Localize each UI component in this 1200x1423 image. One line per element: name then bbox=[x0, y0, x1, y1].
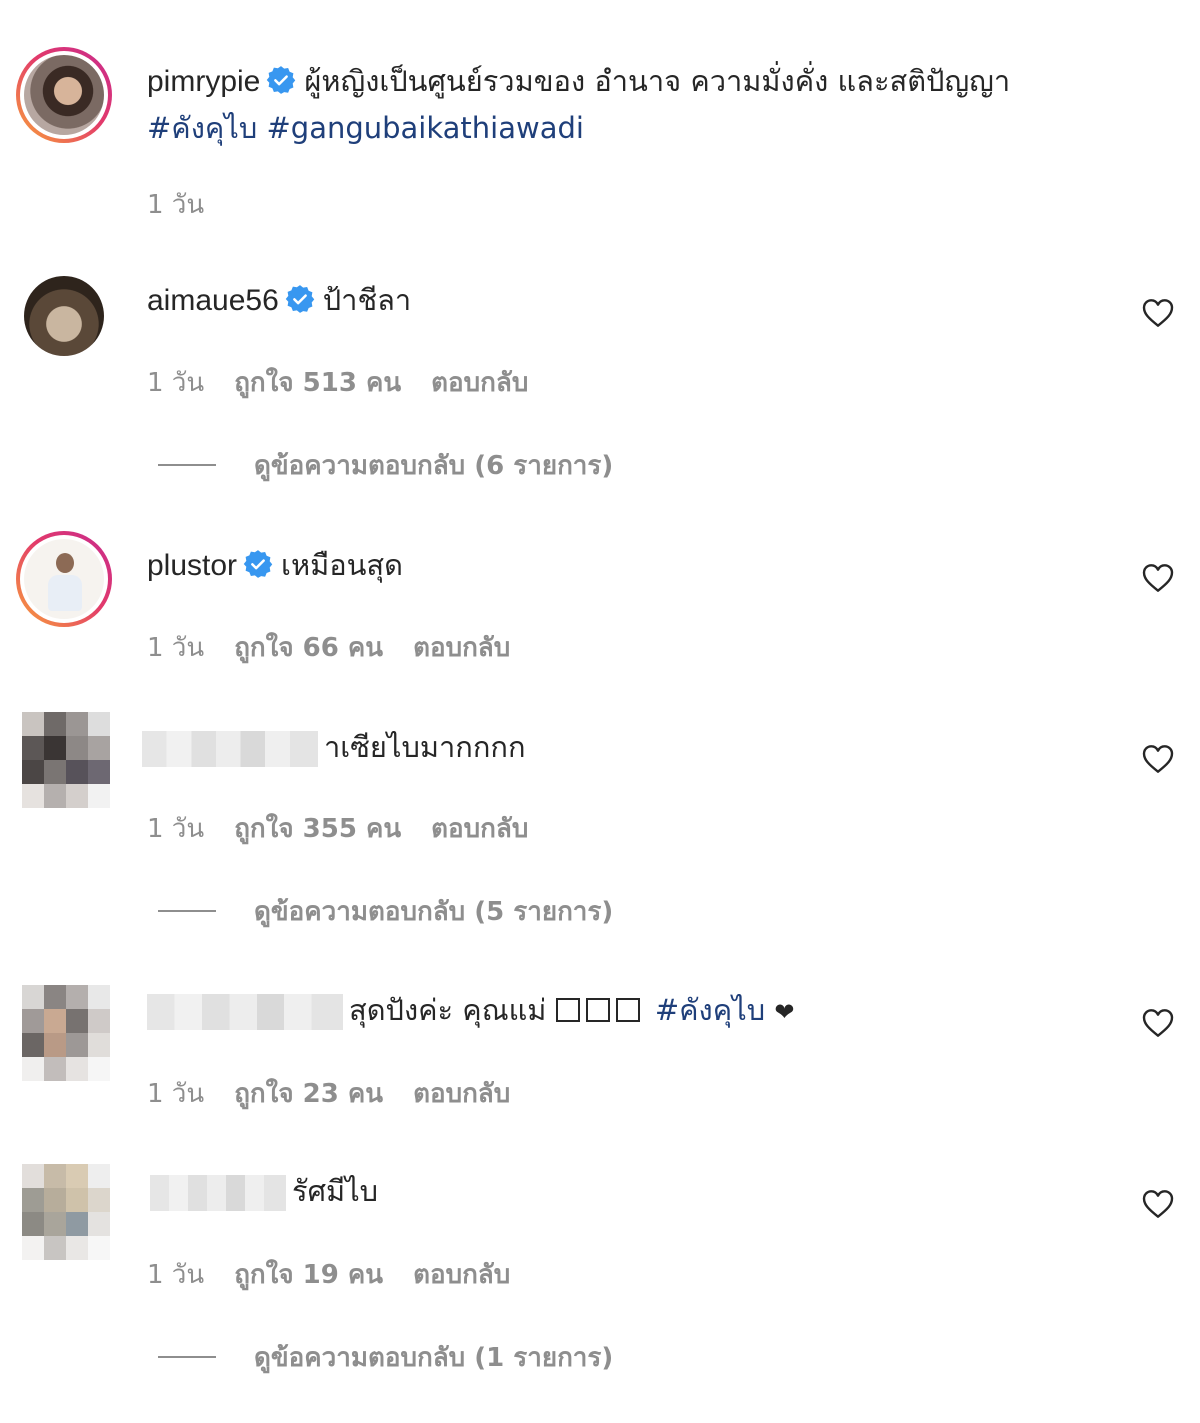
divider-line bbox=[158, 910, 216, 912]
comment-text: รัศมีไบ bbox=[292, 1174, 379, 1208]
missing-glyph-icon bbox=[585, 998, 610, 1022]
comment-username[interactable]: plustor bbox=[147, 549, 237, 582]
comment-timestamp: 1 วัน bbox=[147, 814, 205, 844]
verified-badge-icon bbox=[285, 284, 315, 314]
view-replies-button[interactable]: ดูข้อความตอบกลับ (5 รายการ) bbox=[158, 891, 613, 931]
heart-outline-icon[interactable] bbox=[1142, 1189, 1174, 1219]
heart-outline-icon[interactable] bbox=[1142, 744, 1174, 774]
commenter-avatar[interactable] bbox=[22, 1164, 110, 1260]
verified-badge-icon bbox=[266, 65, 296, 95]
reply-button[interactable]: ตอบกลับ bbox=[413, 633, 510, 663]
comment-username[interactable]: aimaue56 bbox=[147, 284, 279, 317]
reply-button[interactable]: ตอบกลับ bbox=[413, 1260, 510, 1290]
comment-like-count[interactable]: ถูกใจ 19 คน bbox=[234, 1260, 383, 1290]
reply-button[interactable]: ตอบกลับ bbox=[431, 814, 528, 844]
comment-like-count[interactable]: ถูกใจ 23 คน bbox=[234, 1079, 383, 1109]
reply-button[interactable]: ตอบกลับ bbox=[413, 1079, 510, 1109]
blurred-username bbox=[150, 1175, 286, 1211]
post-username[interactable]: pimrypie bbox=[147, 65, 260, 98]
heart-outline-icon[interactable] bbox=[1142, 298, 1174, 328]
view-replies-label: ดูข้อความตอบกลับ (6 รายการ) bbox=[254, 450, 614, 481]
view-replies-button[interactable]: ดูข้อความตอบกลับ (6 รายการ) bbox=[158, 445, 613, 485]
comment-text: ป้าชีลา bbox=[322, 283, 412, 317]
reply-button[interactable]: ตอบกลับ bbox=[431, 368, 528, 398]
divider-line bbox=[158, 464, 216, 466]
comment-text: เหมือนสุด bbox=[281, 548, 403, 582]
comment-timestamp: 1 วัน bbox=[147, 633, 205, 663]
commenter-avatar[interactable] bbox=[16, 531, 112, 627]
comment-like-count[interactable]: ถูกใจ 66 คน bbox=[234, 633, 383, 663]
verified-badge-icon bbox=[243, 549, 273, 579]
comment-like-count[interactable]: ถูกใจ 513 คน bbox=[234, 368, 401, 398]
missing-glyph-icon bbox=[555, 998, 580, 1022]
comment-like-count[interactable]: ถูกใจ 355 คน bbox=[234, 814, 401, 844]
comment-text: สุดปังค่ะ คุณแม่ bbox=[349, 993, 547, 1027]
view-replies-label: ดูข้อความตอบกลับ (1 รายการ) bbox=[254, 1342, 614, 1373]
post-timestamp: 1 วัน bbox=[147, 190, 205, 220]
commenter-avatar[interactable] bbox=[22, 985, 110, 1081]
blurred-username bbox=[142, 731, 318, 767]
hashtag-link[interactable]: #คังคุไบ bbox=[655, 993, 765, 1027]
heart-outline-icon[interactable] bbox=[1142, 563, 1174, 593]
post-caption: ผู้หญิงเป็นศูนย์รวมของ อำนาจ ความมั่งคั่… bbox=[304, 64, 1011, 98]
missing-glyph-icon bbox=[615, 998, 640, 1022]
comment-timestamp: 1 วัน bbox=[147, 368, 205, 398]
commenter-avatar[interactable] bbox=[24, 276, 104, 356]
divider-line bbox=[158, 1356, 216, 1358]
heart-emoji-icon: ❤ bbox=[774, 998, 795, 1026]
post-author-avatar[interactable] bbox=[16, 47, 112, 143]
commenter-avatar[interactable] bbox=[22, 712, 110, 808]
view-replies-label: ดูข้อความตอบกลับ (5 รายการ) bbox=[254, 896, 614, 927]
heart-outline-icon[interactable] bbox=[1142, 1008, 1174, 1038]
view-replies-button[interactable]: ดูข้อความตอบกลับ (1 รายการ) bbox=[158, 1337, 613, 1377]
comment-timestamp: 1 วัน bbox=[147, 1260, 205, 1290]
hashtag-link[interactable]: #gangubaikathiawadi bbox=[266, 111, 583, 145]
blurred-username bbox=[147, 994, 343, 1030]
hashtag-link[interactable]: #คังคุไบ bbox=[147, 111, 257, 145]
comment-text: าเซียไบมากกกก bbox=[324, 730, 526, 764]
comment-timestamp: 1 วัน bbox=[147, 1079, 205, 1109]
